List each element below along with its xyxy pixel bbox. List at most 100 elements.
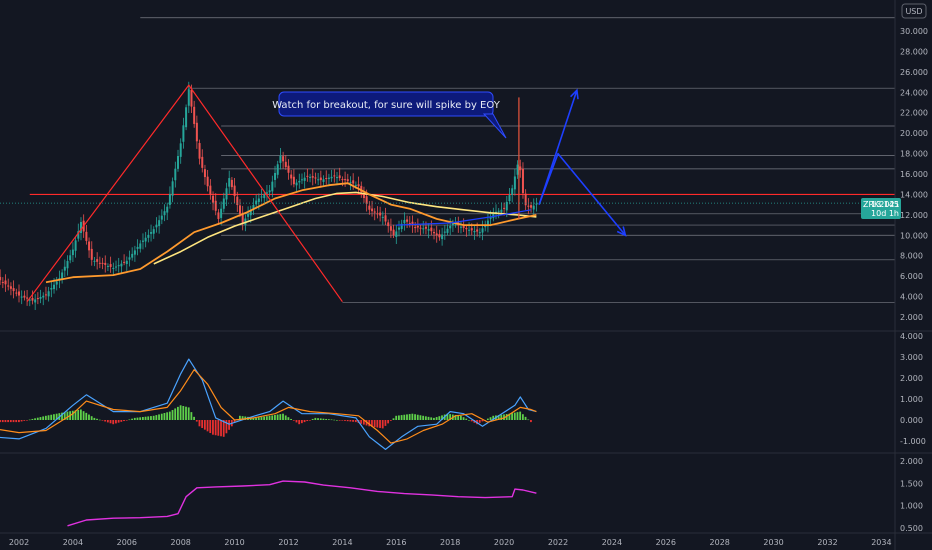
histogram-bar-positive: [193, 416, 195, 420]
candle-down: [406, 219, 409, 222]
time-tick-label: 2014: [332, 538, 352, 547]
candle-down: [368, 205, 371, 210]
candle-down: [238, 205, 241, 215]
candle-down: [414, 227, 417, 229]
histogram-bar-negative: [344, 420, 346, 421]
histogram-bar-negative: [4, 420, 7, 423]
histogram-bar-positive: [414, 414, 416, 420]
candle-up: [381, 216, 384, 218]
oscillator-tick-label: 0.000: [900, 416, 923, 425]
histogram-bar-positive: [427, 416, 430, 420]
histogram-bar-negative: [1, 420, 4, 423]
price-tick-label: 12.000: [900, 211, 928, 220]
histogram-bar-negative: [354, 420, 357, 423]
candle-down: [98, 262, 101, 264]
candle-up: [220, 208, 223, 218]
candle-down: [88, 241, 91, 251]
histogram-bar-positive: [311, 418, 314, 420]
candle-up: [422, 228, 425, 230]
ratio-tick-label: 0.500: [900, 524, 923, 533]
candle-up: [55, 281, 58, 285]
candle-up: [93, 260, 96, 262]
histogram-bar-positive: [139, 417, 142, 420]
histogram-bar-positive: [438, 416, 441, 420]
histogram-bar-positive: [519, 411, 522, 420]
histogram-bar-positive: [77, 409, 80, 420]
candle-up: [336, 177, 339, 179]
histogram-bar-negative: [341, 420, 344, 421]
candle-down: [18, 291, 20, 296]
candle-up: [274, 172, 277, 180]
candle-up: [222, 198, 225, 209]
currency-badge[interactable]: USD: [901, 3, 927, 19]
candle-up: [168, 194, 171, 205]
candle-down: [438, 234, 441, 238]
candle-down: [433, 231, 436, 234]
trading-chart[interactable]: 2.000 4.000 6.000 8.000 10.000 12.000 14.000 16…: [0, 0, 932, 550]
candle-up: [468, 229, 471, 231]
candle-down: [376, 213, 379, 215]
histogram-bar-positive: [174, 408, 177, 420]
candle-up: [152, 229, 155, 234]
time-tick-label: 2004: [63, 538, 83, 547]
histogram-bar-positive: [392, 418, 395, 420]
histogram-bar-positive: [263, 416, 266, 420]
histogram-bar-positive: [171, 410, 174, 420]
candle-up: [298, 180, 301, 183]
candle-down: [287, 165, 290, 173]
annotation-text: Watch for breakout, for sure will spike …: [272, 100, 501, 111]
histogram-bar-positive: [511, 413, 513, 420]
histogram-bar-positive: [158, 414, 160, 420]
candle-up: [279, 155, 282, 163]
symbol-price-badge[interactable]: ZRK2021 13.145 10d 1h: [861, 198, 901, 219]
candle-up: [225, 188, 228, 200]
histogram-bar-negative: [338, 420, 341, 421]
candle-up: [255, 200, 258, 205]
histogram-bar-positive: [96, 418, 98, 420]
histogram-bar-positive: [397, 415, 400, 420]
candle-down: [319, 177, 322, 181]
time-tick-label: 2006: [117, 538, 137, 547]
candle-up: [185, 107, 188, 128]
candle-up: [330, 176, 333, 179]
candle-down: [214, 200, 217, 211]
histogram-bar-positive: [465, 418, 468, 420]
candle-down: [15, 292, 18, 294]
candle-up: [160, 215, 163, 220]
histogram-bar-negative: [123, 420, 125, 422]
price-tick-label: 16.000: [900, 170, 928, 179]
histogram-bar-positive: [190, 412, 193, 420]
candle-down: [9, 286, 12, 289]
candle-down: [217, 212, 220, 219]
histogram-bar-negative: [106, 420, 109, 423]
histogram-bar-positive: [276, 414, 279, 420]
histogram-bar-negative: [18, 420, 20, 423]
oscillator-tick-label: 4.000: [900, 332, 923, 341]
candle-up: [115, 266, 118, 268]
candle-down: [203, 169, 206, 178]
candle-down: [12, 288, 15, 292]
histogram-bar-positive: [66, 411, 69, 420]
histogram-bar-positive: [185, 406, 187, 420]
candle-up: [397, 227, 400, 230]
histogram-bar-positive: [290, 418, 292, 420]
price-label: 13.145: [871, 200, 899, 209]
histogram-bar-positive: [136, 417, 139, 420]
candle-up: [478, 232, 481, 234]
histogram-bar-negative: [120, 420, 123, 422]
candle-up: [53, 284, 56, 290]
candle-up: [74, 240, 77, 251]
candle-down: [0, 276, 2, 281]
candle-down: [206, 176, 209, 187]
candle-down: [104, 262, 107, 265]
candle-down: [465, 227, 468, 230]
histogram-bar-positive: [322, 418, 325, 420]
candle-down: [430, 227, 433, 232]
histogram-bar-positive: [422, 415, 425, 420]
price-tick-label: 18.000: [900, 150, 928, 159]
histogram-bar-positive: [128, 419, 131, 421]
histogram-bar-positive: [279, 414, 282, 420]
time-tick-label: 2034: [871, 538, 891, 547]
histogram-bar-positive: [333, 419, 336, 421]
histogram-bar-positive: [489, 417, 492, 420]
